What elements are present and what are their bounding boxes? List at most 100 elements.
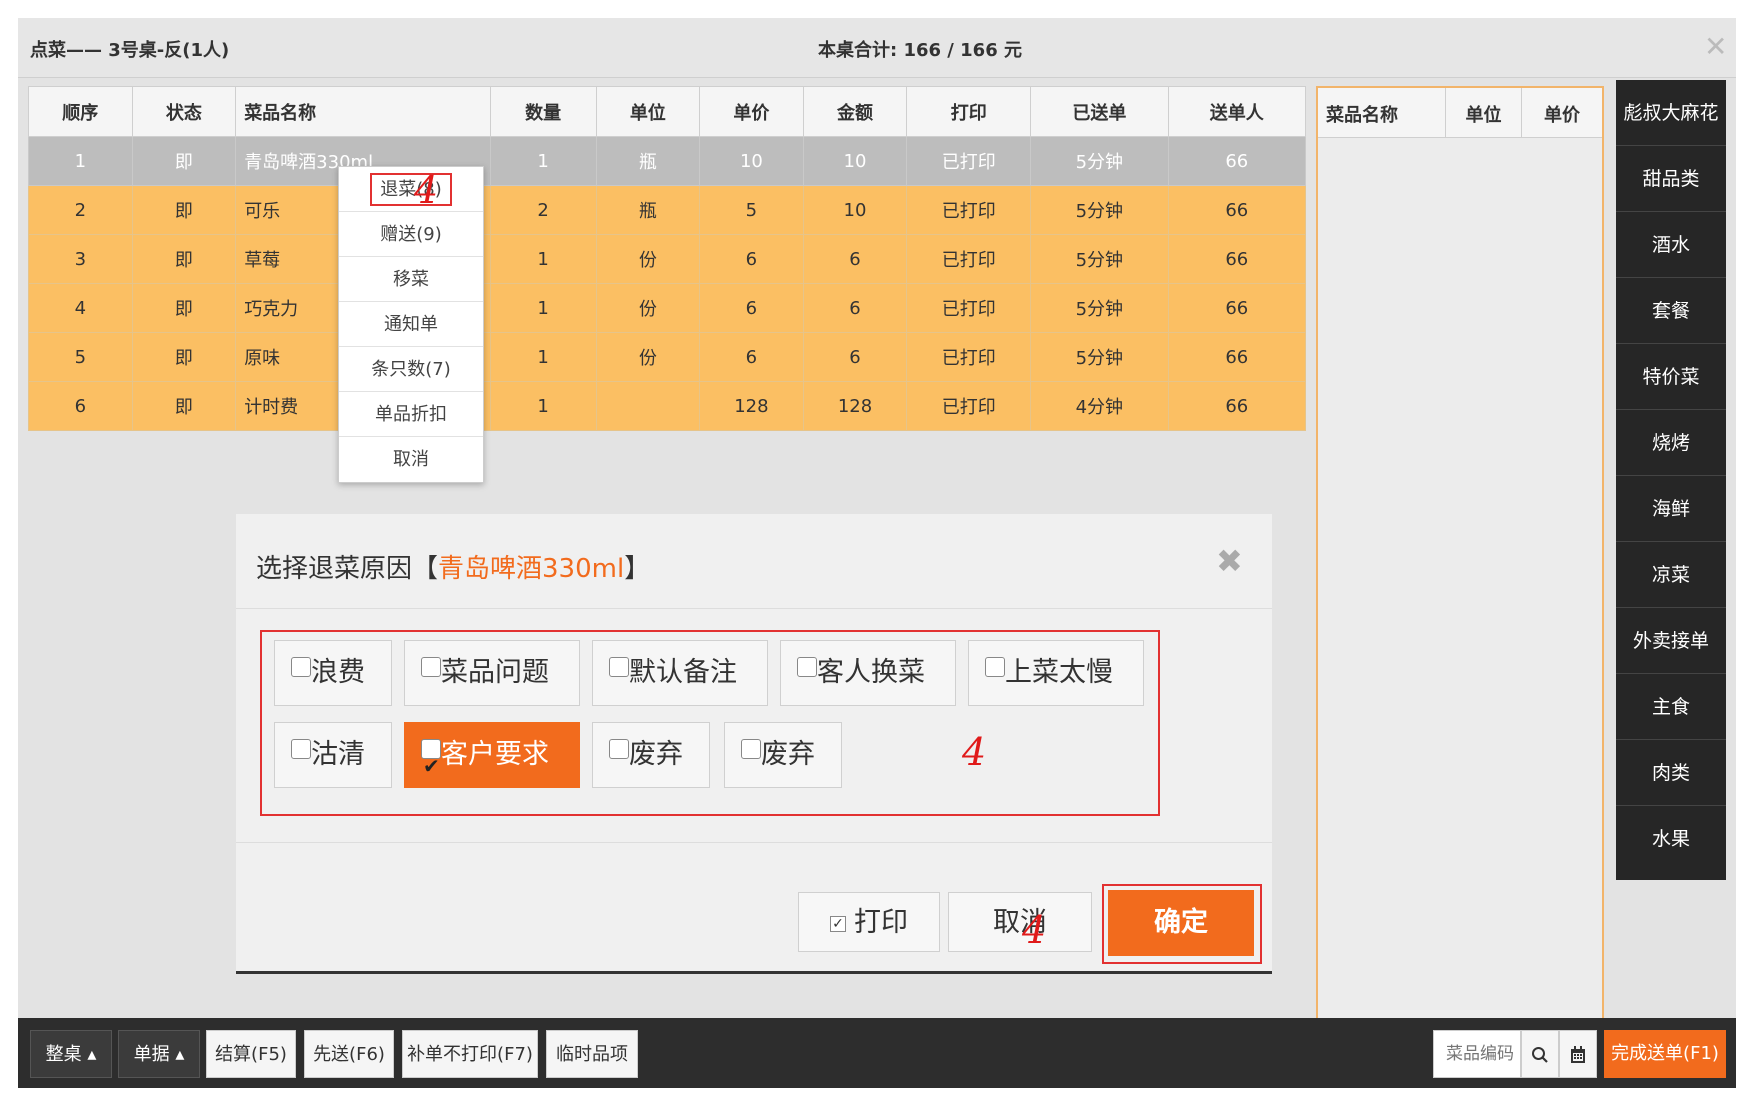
category-item[interactable]: 套餐 — [1616, 278, 1726, 344]
checkbox-icon[interactable] — [291, 657, 311, 677]
checkbox-icon[interactable] — [421, 657, 441, 677]
reason-label: 客户要求 — [441, 739, 549, 770]
category-item[interactable]: 甜品类 — [1616, 146, 1726, 212]
cell-seq: 3 — [28, 234, 133, 284]
checkbox-checked-icon[interactable] — [421, 734, 441, 798]
finish-order-button[interactable]: 完成送单(F1) — [1604, 1030, 1726, 1078]
reason-option[interactable]: 上菜太慢 — [968, 640, 1144, 706]
send-first-button[interactable]: 先送(F6) — [304, 1030, 394, 1078]
cell-person: 66 — [1167, 234, 1307, 284]
checkbox-icon[interactable] — [985, 657, 1005, 677]
confirm-button[interactable]: 确定 — [1108, 890, 1254, 956]
cell-seq: 4 — [28, 283, 133, 333]
reason-option[interactable]: 菜品问题 — [404, 640, 580, 706]
cell-status: 即 — [131, 283, 237, 333]
checkbox-icon[interactable] — [291, 739, 311, 759]
cell-status: 即 — [131, 136, 237, 186]
checkbox-icon[interactable] — [609, 657, 629, 677]
cell-unit — [595, 381, 701, 431]
print-toggle-button[interactable]: ✓ 打印 — [798, 892, 940, 952]
reason-label: 沽清 — [311, 739, 365, 770]
cell-unit: 份 — [595, 332, 701, 382]
checkbox-icon[interactable] — [741, 739, 761, 759]
dialog-divider — [236, 842, 1272, 843]
col-header-status[interactable]: 状态 — [131, 86, 237, 137]
col-header-price[interactable]: 单价 — [699, 86, 804, 137]
col-header-person[interactable]: 送单人 — [1167, 86, 1307, 137]
cell-price: 5 — [699, 185, 804, 235]
category-item[interactable]: 肉类 — [1616, 740, 1726, 806]
side-col-unit: 单位 — [1446, 88, 1522, 137]
col-header-print[interactable]: 打印 — [906, 86, 1032, 137]
cell-print: 已打印 — [906, 332, 1032, 382]
checkbox-checked-icon[interactable]: ✓ — [830, 915, 846, 932]
col-header-unit[interactable]: 单位 — [595, 86, 701, 137]
checkbox-icon[interactable] — [797, 657, 817, 677]
cell-sent: 5分钟 — [1030, 234, 1169, 284]
reason-label: 菜品问题 — [441, 657, 549, 688]
menu-move-dish[interactable]: 移菜 — [339, 257, 483, 302]
col-header-qty[interactable]: 数量 — [489, 86, 597, 137]
col-header-amount[interactable]: 金额 — [802, 86, 908, 137]
cell-price: 6 — [699, 283, 804, 333]
table-row[interactable]: 1 即青岛啤酒330ml 1 瓶 10 10 已打印 5分钟 66 — [28, 136, 1307, 186]
whole-table-button[interactable]: 整桌 ▴ — [30, 1030, 112, 1078]
reason-option[interactable]: 客人换菜 — [780, 640, 956, 706]
dialog-title: 选择退菜原因【青岛啤酒330ml】 — [256, 548, 650, 585]
reason-option[interactable]: 默认备注 — [592, 640, 768, 706]
cancel-button[interactable]: 取消 — [948, 892, 1092, 952]
cell-price: 10 — [699, 136, 804, 186]
table-row[interactable]: 2 即可乐 2 瓶 5 10 已打印 5分钟 66 — [28, 185, 1307, 235]
table-row[interactable]: 6 即计时费 1 128 128 已打印 4分钟 66 — [28, 381, 1307, 431]
reason-option[interactable]: 废弃 — [724, 722, 842, 788]
category-item[interactable]: 彪叔大麻花 — [1616, 80, 1726, 146]
reason-label: 客人换菜 — [817, 657, 925, 688]
dialog-close-icon[interactable]: ✖ — [1216, 542, 1243, 580]
category-item[interactable]: 酒水 — [1616, 212, 1726, 278]
documents-button[interactable]: 单据 ▴ — [118, 1030, 200, 1078]
cell-qty: 2 — [489, 185, 597, 235]
table-title: 点菜—— 3号桌-反(1人) — [30, 40, 230, 61]
col-header-name[interactable]: 菜品名称 — [235, 86, 491, 137]
menu-return-dish[interactable]: 退菜(8) — [339, 167, 483, 212]
category-item[interactable]: 烧烤 — [1616, 410, 1726, 476]
table-row[interactable]: 4 即巧克力 1 份 6 6 已打印 5分钟 66 — [28, 283, 1307, 333]
cell-person: 66 — [1167, 381, 1307, 431]
temp-item-button[interactable]: 临时品项 — [546, 1030, 638, 1078]
reason-option[interactable]: 沽清 — [274, 722, 392, 788]
reason-option[interactable]: 浪费 — [274, 640, 392, 706]
menu-notice[interactable]: 通知单 — [339, 302, 483, 347]
category-item[interactable]: 海鲜 — [1616, 476, 1726, 542]
category-item[interactable]: 水果 — [1616, 806, 1726, 872]
category-item[interactable]: 外卖接单 — [1616, 608, 1726, 674]
menu-count[interactable]: 条只数(7) — [339, 347, 483, 392]
order-table: 顺序 状态 菜品名称 数量 单位 单价 金额 打印 已送单 送单人 1 即青岛啤酒… — [28, 86, 1307, 431]
checkbox-icon[interactable] — [609, 739, 629, 759]
col-header-seq[interactable]: 顺序 — [28, 86, 133, 137]
cell-unit: 份 — [595, 234, 701, 284]
menu-cancel[interactable]: 取消 — [339, 437, 483, 482]
category-item[interactable]: 特价菜 — [1616, 344, 1726, 410]
cell-price: 6 — [699, 234, 804, 284]
dish-code-search-input[interactable] — [1433, 1030, 1521, 1078]
search-icon[interactable] — [1521, 1030, 1559, 1078]
table-header-row: 顺序 状态 菜品名称 数量 单位 单价 金额 打印 已送单 送单人 — [28, 86, 1307, 137]
cell-status: 即 — [131, 381, 237, 431]
calendar-icon[interactable] — [1559, 1030, 1597, 1078]
order-window: 点菜—— 3号桌-反(1人) 本桌合计: 166 / 166 元 ✕ 顺序 状态… — [18, 18, 1736, 1088]
category-item[interactable]: 主食 — [1616, 674, 1726, 740]
cell-sent: 5分钟 — [1030, 136, 1169, 186]
table-row[interactable]: 5 即原味 1 份 6 6 已打印 5分钟 66 — [28, 332, 1307, 382]
menu-item-discount[interactable]: 单品折扣 — [339, 392, 483, 437]
reorder-no-print-button[interactable]: 补单不打印(F7) — [402, 1030, 538, 1078]
table-row[interactable]: 3 即草莓 1 份 6 6 已打印 5分钟 66 — [28, 234, 1307, 284]
cell-sent: 5分钟 — [1030, 283, 1169, 333]
col-header-sent[interactable]: 已送单 — [1030, 86, 1169, 137]
close-icon[interactable]: ✕ — [1704, 30, 1727, 63]
menu-gift[interactable]: 赠送(9) — [339, 212, 483, 257]
reason-label: 废弃 — [761, 739, 815, 770]
reason-option-selected[interactable]: 客户要求 — [404, 722, 580, 798]
checkout-button[interactable]: 结算(F5) — [206, 1030, 296, 1078]
reason-option[interactable]: 废弃 — [592, 722, 710, 788]
category-item[interactable]: 凉菜 — [1616, 542, 1726, 608]
